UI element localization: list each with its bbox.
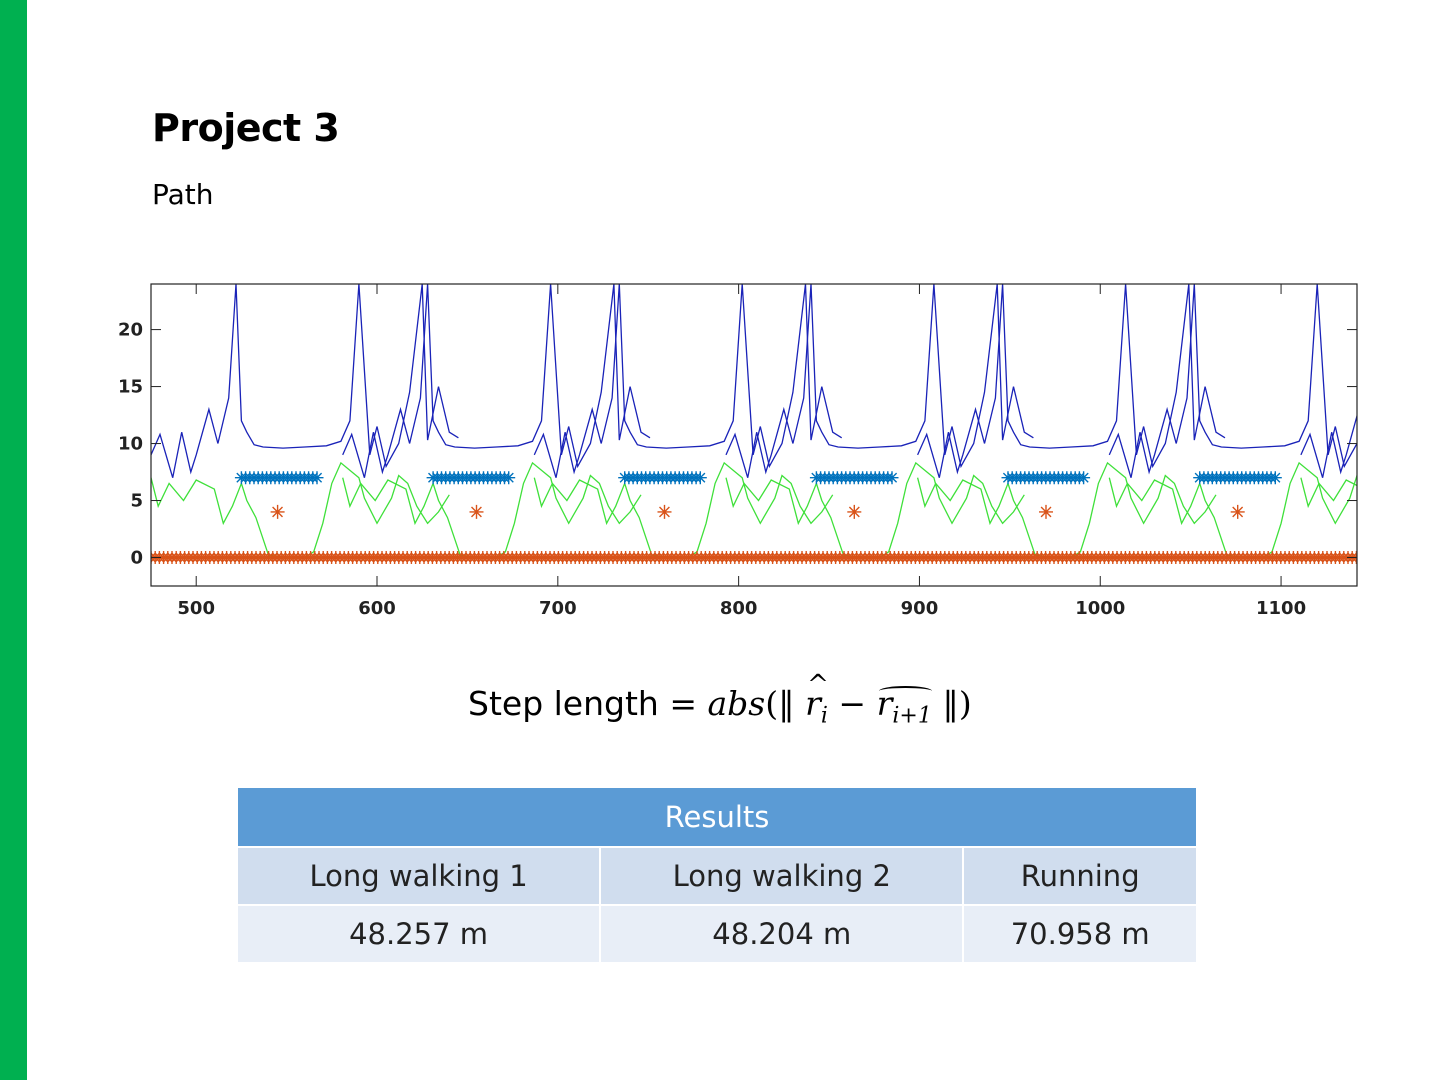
y-tick-label-0: 0 bbox=[130, 548, 143, 569]
x-tick-label-6: 1100 bbox=[1256, 598, 1306, 619]
column-long-walking-2: Long walking 2 bbox=[599, 846, 965, 906]
formula-sub-i1: i+1 bbox=[892, 703, 932, 729]
formula-fn: abs bbox=[707, 684, 766, 723]
axes-frame bbox=[150, 283, 1358, 587]
series-3-marker-4 bbox=[1039, 504, 1053, 519]
column-long-walking-1: Long walking 1 bbox=[235, 846, 602, 906]
formula-r: r bbox=[805, 684, 821, 723]
formula-r2: r bbox=[876, 684, 893, 723]
value-long-walking-1: 48.257 m bbox=[235, 904, 602, 964]
formula-lhs: Step length bbox=[468, 684, 659, 723]
y-tick-label-2: 10 bbox=[118, 434, 143, 455]
value-running: 70.958 m bbox=[962, 904, 1198, 964]
x-tick-label-3: 800 bbox=[720, 598, 758, 619]
accent-bar bbox=[0, 0, 27, 1080]
series-0-line-cycle-3 bbox=[725, 284, 1034, 478]
series-3-marker-3 bbox=[847, 504, 862, 519]
x-tick-label-4: 900 bbox=[901, 598, 939, 619]
series-0-line-cycle-2 bbox=[533, 284, 843, 478]
formula-equals: = bbox=[669, 684, 697, 723]
y-tick-label-1: 5 bbox=[130, 491, 143, 512]
x-tick-label-2: 700 bbox=[539, 598, 577, 619]
series-3-marker-5 bbox=[1230, 504, 1245, 519]
y-tick-label-4: 20 bbox=[118, 320, 143, 341]
step-length-formula: Step length = abs(‖ ri − ri+1 ‖) bbox=[468, 670, 972, 729]
series-0-line-cycle-4 bbox=[917, 284, 1226, 478]
series-3-marker-2 bbox=[657, 504, 672, 519]
slide-subtitle: Path bbox=[152, 178, 214, 211]
series-2-marker-1-18 bbox=[502, 471, 516, 485]
series-2-marker-0-18 bbox=[310, 471, 324, 485]
results-header: Results bbox=[236, 786, 1198, 848]
x-tick-label-5: 1000 bbox=[1075, 598, 1125, 619]
formula-r-wide-hat: ri+1 bbox=[876, 684, 933, 729]
value-long-walking-2: 48.204 m bbox=[599, 904, 965, 964]
slide-title: Project 3 bbox=[152, 106, 340, 150]
series-1-line-cycle-6 bbox=[1300, 477, 1357, 509]
series-0-line-cycle-0 bbox=[151, 284, 459, 478]
series-0-line-cycle-1 bbox=[342, 284, 651, 478]
series-2-marker-2-18 bbox=[693, 471, 707, 485]
series-3-marker-1 bbox=[469, 504, 484, 519]
step-detection-chart: 500 600 700 800 900 1000 1100 0 5 10 15 20 bbox=[118, 283, 1358, 619]
results-table: Results Long walking 1 Long walking 2 Ru… bbox=[235, 786, 1198, 964]
formula-r-hat: r bbox=[805, 670, 828, 723]
series-2-marker-3-18 bbox=[885, 471, 899, 485]
column-running: Running bbox=[962, 846, 1198, 906]
series-2-marker-4-18 bbox=[1077, 471, 1091, 485]
formula-sub-i: i bbox=[820, 703, 828, 729]
y-tick-label-3: 15 bbox=[118, 377, 143, 398]
formula-close: ‖) bbox=[942, 684, 972, 723]
series-2-marker-5-18 bbox=[1268, 471, 1282, 485]
series-3-marker-0 bbox=[270, 504, 285, 519]
x-tick-label-1: 600 bbox=[358, 598, 396, 619]
formula-minus: − bbox=[838, 684, 867, 723]
formula-open: (‖ bbox=[765, 684, 795, 723]
x-tick-label-0: 500 bbox=[177, 598, 215, 619]
